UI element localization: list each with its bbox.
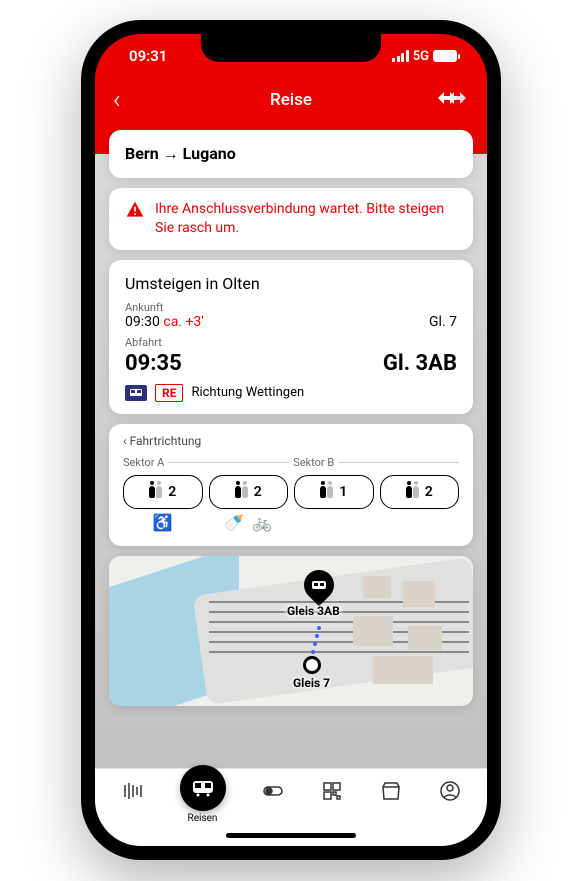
network-label: 5G: [413, 49, 429, 64]
bike-icon: 🚲: [252, 513, 272, 532]
departure-label: Abfahrt: [125, 336, 457, 349]
page-title: Reise: [270, 90, 312, 110]
map-origin-icon: [303, 656, 321, 674]
sector-b-label: Sektor B: [293, 456, 334, 469]
tab-shop[interactable]: [379, 779, 403, 803]
map-dest-label: Gleis 3AB: [287, 604, 340, 618]
arrival-label: Ankunft: [125, 301, 457, 314]
warning-icon: [125, 200, 145, 220]
train-direction: Richtung Wettingen: [191, 385, 304, 400]
route-from: Bern: [125, 144, 159, 163]
car-4[interactable]: 2: [380, 475, 460, 509]
alert-text: Ihre Anschlussverbindung wartet. Bitte s…: [155, 200, 457, 238]
home-indicator[interactable]: [226, 833, 356, 838]
arrival-time: 09:30: [125, 314, 160, 330]
car-3[interactable]: 1: [294, 475, 374, 509]
formation-card[interactable]: ‹ Fahrtrichtung Sektor A Sektor B 2 2: [109, 424, 473, 546]
map-origin-label: Gleis 7: [293, 676, 330, 690]
stroller-icon: 🍼: [224, 513, 244, 532]
map-card[interactable]: Gleis 3AB Gleis 7: [109, 556, 473, 706]
signal-icon: [392, 50, 409, 62]
sbb-logo-icon: [435, 90, 469, 110]
alert-card: Ihre Anschlussverbindung wartet. Bitte s…: [109, 188, 473, 250]
wheelchair-icon: ♿: [153, 513, 173, 532]
battery-icon: [433, 50, 457, 62]
car-1[interactable]: 2: [123, 475, 203, 509]
train-icon: [125, 385, 147, 401]
train-type-badge: RE: [155, 384, 183, 402]
departure-time: 09:35: [125, 351, 182, 376]
tab-tickets[interactable]: [320, 779, 344, 803]
tab-profile[interactable]: [438, 779, 462, 803]
arrow-icon: →: [163, 144, 183, 163]
tab-toggle[interactable]: [261, 779, 285, 803]
tab-timetable[interactable]: [121, 779, 145, 803]
arrival-delay: ca. +3': [163, 314, 203, 330]
departure-track: Gl. 3AB: [383, 351, 457, 376]
tab-bar: Reisen: [95, 768, 487, 846]
nav-bar: ‹ Reise: [95, 78, 487, 122]
transfer-card[interactable]: Umsteigen in Olten Ankunft 09:30 ca. +3'…: [109, 260, 473, 414]
back-button[interactable]: ‹: [113, 85, 121, 115]
status-time: 09:31: [129, 47, 167, 65]
tab-trips-label: Reisen: [188, 813, 218, 824]
direction-label: ‹ Fahrtrichtung: [123, 434, 459, 448]
arrival-track: Gl. 7: [429, 314, 457, 330]
car-2[interactable]: 2: [209, 475, 289, 509]
route-to: Lugano: [183, 144, 236, 163]
sector-a-label: Sektor A: [123, 456, 164, 469]
tab-trips[interactable]: Reisen: [180, 779, 226, 824]
route-card[interactable]: Bern → Lugano: [109, 130, 473, 178]
transfer-title: Umsteigen in Olten: [125, 274, 457, 293]
